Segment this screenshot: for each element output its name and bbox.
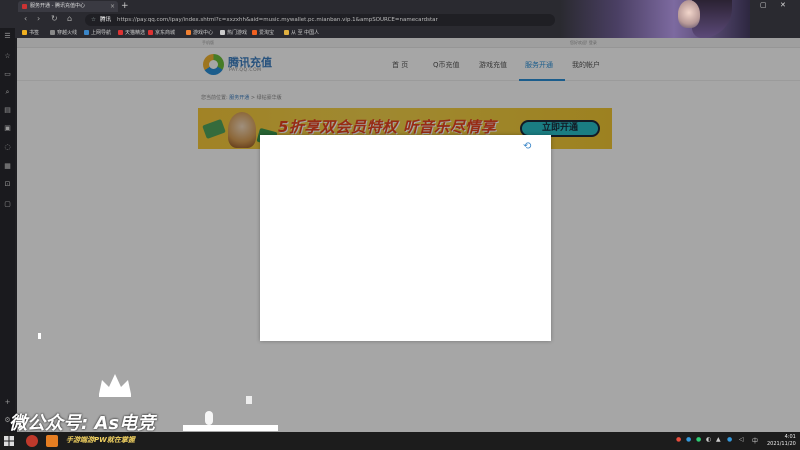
new-tab-button[interactable]: + <box>121 0 129 12</box>
menu-icon[interactable]: ☰ <box>3 32 12 41</box>
bookmark-item[interactable]: 从 至 中国人 <box>284 29 319 37</box>
mic-icon[interactable]: ● <box>727 436 732 443</box>
bookmark-icon <box>118 30 123 35</box>
bookmark-icon <box>186 30 191 35</box>
bookmark-item[interactable]: 天猫精选 <box>118 29 145 37</box>
tab-favicon-icon <box>22 4 27 9</box>
url-input[interactable]: ☆ 腾讯 https://pay.qq.com/ipay/index.shtml?c… <box>85 14 555 26</box>
browser-tab[interactable]: 服务开通 - 腾讯充值中心 × <box>18 1 118 12</box>
taskbar: 手游端游PW就在掌握 ● ● ● ◐ ▲ ● ◁ 中 4:01 2021/11/… <box>0 432 800 450</box>
bookmark-label: 书签 <box>29 30 40 36</box>
taskbar-app-icon[interactable] <box>26 435 38 447</box>
tab-title: 服务开通 - 腾讯充值中心 <box>30 3 85 9</box>
bookmark-item[interactable]: 穿越火线 <box>50 29 77 37</box>
skin-artwork <box>560 0 750 38</box>
url-text: https://pay.qq.com/ipay/index.shtml?c=xx… <box>116 17 438 23</box>
bookmark-icon <box>284 30 289 35</box>
watermark-bar <box>183 425 278 431</box>
bookmark-item[interactable]: 京东商城 <box>148 29 175 37</box>
history-icon[interactable]: ▤ <box>3 106 12 115</box>
loading-dialog: ⟲ <box>260 135 551 341</box>
maximize-button[interactable]: ▢ <box>760 1 767 9</box>
star-icon[interactable]: ☆ <box>91 17 96 23</box>
downloads-icon[interactable]: ▣ <box>3 124 12 133</box>
site-label: 腾讯 <box>99 17 111 23</box>
cart-icon[interactable]: ⊡ <box>3 180 12 189</box>
home-icon[interactable]: ⌂ <box>67 14 72 23</box>
artwork-face <box>678 0 700 28</box>
reading-icon[interactable]: ▭ <box>3 70 12 79</box>
bookmark-label: 从 至 中国人 <box>291 30 320 36</box>
notes-icon[interactable]: ▢ <box>3 200 12 209</box>
bookmark-item[interactable]: 热门游戏 <box>220 29 247 37</box>
bookmark-label: 天猫精选 <box>125 30 146 36</box>
bookmark-icon <box>148 30 153 35</box>
apps-icon[interactable]: ▦ <box>3 162 12 171</box>
bookmark-item[interactable]: 爱淘宝 <box>252 29 274 37</box>
volume-icon[interactable]: ◁ <box>739 436 744 443</box>
favorites-icon[interactable]: ☆ <box>3 52 12 61</box>
taskbar-app-icon[interactable] <box>46 435 58 447</box>
bookmark-label: 热门游戏 <box>227 30 248 36</box>
tray-app-icon[interactable]: ● <box>676 436 681 443</box>
bookmark-label: 上网导航 <box>91 30 112 36</box>
windows-start-icon[interactable] <box>4 436 14 446</box>
bookmark-label: 爱淘宝 <box>259 30 275 36</box>
bookmark-icon <box>252 30 257 35</box>
bookmark-label: 游戏中心 <box>193 30 214 36</box>
chat-icon[interactable]: ◌ <box>3 143 12 152</box>
tray-app-icon[interactable]: ● <box>686 436 691 443</box>
network-icon[interactable]: ▲ <box>716 436 721 443</box>
bookmark-icon <box>220 30 225 35</box>
close-tab-icon[interactable]: × <box>110 1 115 12</box>
back-icon[interactable]: ‹ <box>24 14 27 23</box>
forward-icon[interactable]: › <box>37 14 40 23</box>
clock-time: 4:01 <box>784 434 796 440</box>
close-window-button[interactable]: ✕ <box>780 1 786 9</box>
tray-app-icon[interactable]: ◐ <box>706 436 711 443</box>
bookmark-item[interactable]: 游戏中心 <box>186 29 213 37</box>
watermark-speck <box>38 333 41 339</box>
loading-icon: ⟲ <box>523 141 532 152</box>
tray-app-icon[interactable]: ● <box>696 436 701 443</box>
bookmark-label: 京东商城 <box>155 30 176 36</box>
ime-icon[interactable]: 中 <box>752 436 758 445</box>
clock-date: 2021/11/20 <box>767 441 796 447</box>
browser-sidebar: ☰ ☆ ▭ ⌕ ▤ ▣ ◌ ▦ ⊡ ▢ + ⚙ <box>0 28 15 432</box>
crown-icon <box>99 374 131 397</box>
bookmark-item[interactable]: 上网导航 <box>84 29 111 37</box>
bookmark-label: 穿越火线 <box>57 30 78 36</box>
system-clock[interactable]: 4:01 2021/11/20 <box>767 434 796 448</box>
watermark-speck <box>246 396 252 404</box>
watermark-speck <box>205 411 213 425</box>
bookmark-icon <box>50 30 55 35</box>
bookmark-icon <box>22 30 27 35</box>
search-icon[interactable]: ⌕ <box>3 88 12 97</box>
ticker-text: 手游端游PW就在掌握 <box>66 436 135 444</box>
bookmark-item[interactable]: 书签 <box>22 29 39 37</box>
add-icon[interactable]: + <box>3 398 12 407</box>
refresh-icon[interactable]: ↻ <box>51 14 58 23</box>
bookmark-icon <box>84 30 89 35</box>
